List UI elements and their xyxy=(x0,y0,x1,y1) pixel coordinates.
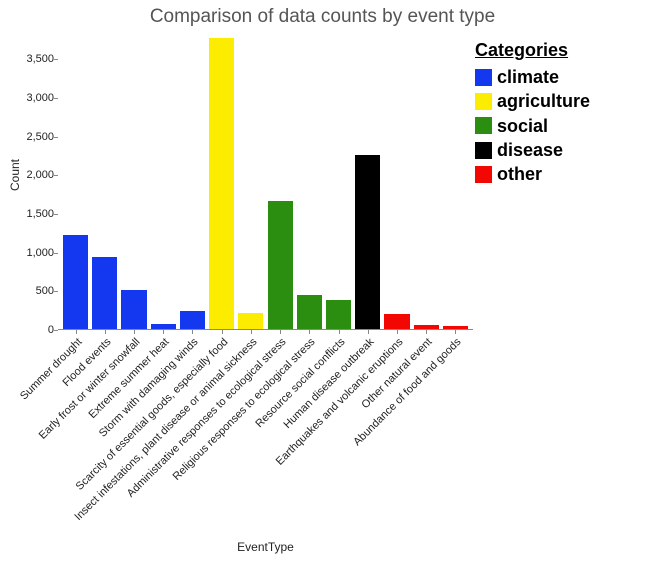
chart-container: Comparison of data counts by event type … xyxy=(0,0,645,566)
y-tick-label: 1,000 xyxy=(26,247,54,259)
legend-swatch xyxy=(475,117,492,134)
legend-label: other xyxy=(497,162,542,186)
legend-label: agriculture xyxy=(497,89,590,113)
bar-slot xyxy=(149,40,178,329)
bar-slot xyxy=(90,40,119,329)
y-tick-label: 3,000 xyxy=(26,92,54,104)
legend-label: disease xyxy=(497,138,563,162)
legend-swatch xyxy=(475,69,492,86)
y-tick-label: 500 xyxy=(36,285,54,297)
y-tick-label: 3,500 xyxy=(26,53,54,65)
y-tick-label: 2,500 xyxy=(26,131,54,143)
legend-item: climate xyxy=(475,65,635,89)
legend-item: other xyxy=(475,162,635,186)
y-tick-label: 2,000 xyxy=(26,169,54,181)
chart-title: Comparison of data counts by event type xyxy=(0,6,645,28)
legend-swatch xyxy=(475,166,492,183)
y-axis: 05001,0001,5002,0002,5003,0003,500 xyxy=(0,40,58,330)
legend-item: agriculture xyxy=(475,89,635,113)
legend-swatch xyxy=(475,93,492,110)
x-axis-label: EventType xyxy=(58,540,473,554)
legend-title: Categories xyxy=(475,40,635,61)
legend-item: social xyxy=(475,114,635,138)
y-tick-label: 1,500 xyxy=(26,208,54,220)
legend-item: disease xyxy=(475,138,635,162)
legend-swatch xyxy=(475,142,492,159)
legend: Categories climateagriculturesocialdisea… xyxy=(475,40,635,186)
x-axis-ticks: Summer droughtFlood eventsEarly frost or… xyxy=(58,330,473,540)
legend-label: social xyxy=(497,114,548,138)
legend-label: climate xyxy=(497,65,559,89)
bar xyxy=(63,235,88,329)
bar-slot xyxy=(61,40,90,329)
